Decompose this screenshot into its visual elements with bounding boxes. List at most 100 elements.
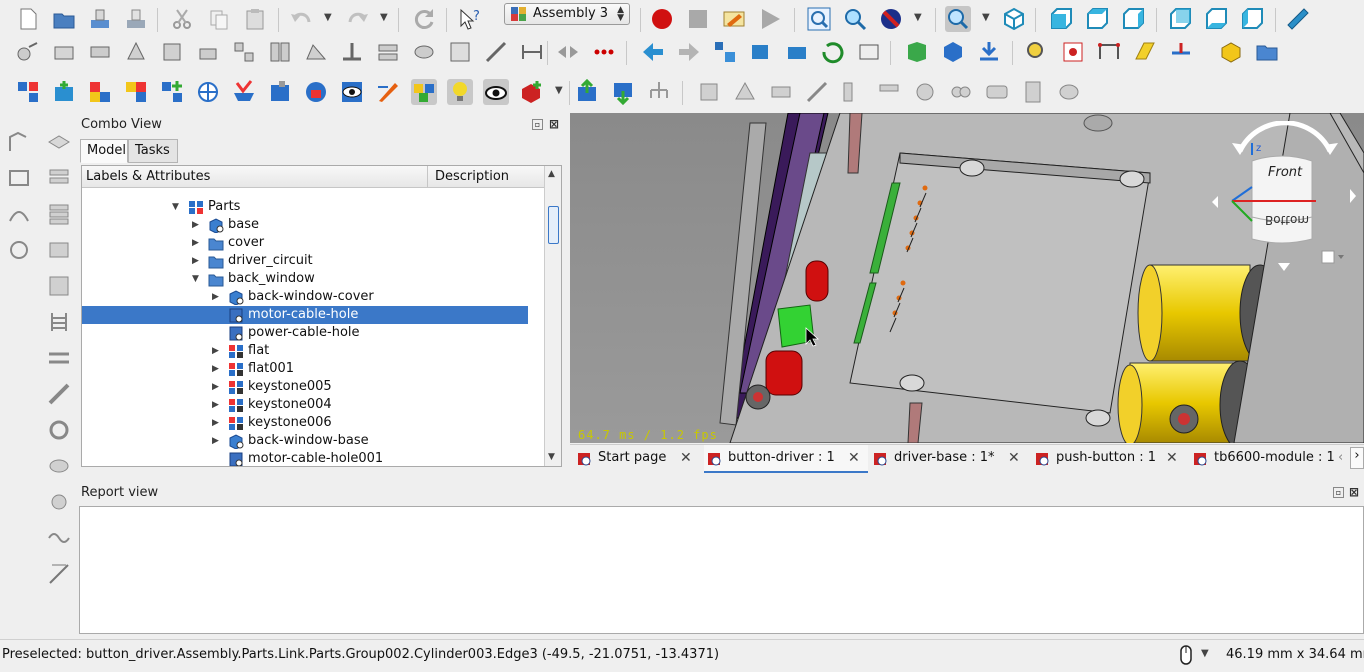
run-macro-icon[interactable] [757,6,783,32]
sketch-tool-d-icon[interactable] [6,237,32,263]
expand-arrow-icon[interactable]: ▶ [212,342,222,360]
cut-icon[interactable] [169,6,195,32]
part-shape-layers-icon[interactable] [46,201,72,227]
arrow-right-icon[interactable] [676,39,702,65]
tree-row[interactable]: ▶ keystone005 [82,378,528,396]
link-make-group-icon[interactable] [159,79,185,105]
top-view-icon[interactable] [1084,6,1110,32]
add-part-icon[interactable] [940,39,966,65]
front-view-icon[interactable] [1048,6,1074,32]
expand-arrow-icon[interactable]: ▶ [212,414,222,432]
tree-row[interactable]: ▶ keystone006 [82,414,528,432]
assembly-constraint-icon[interactable] [15,39,41,65]
navcube-bottom-face[interactable]: Bottom [1265,213,1309,227]
smart-recompute-icon[interactable] [856,39,882,65]
expand-arrow-icon[interactable]: ▶ [192,234,202,252]
part-shape-ladder-icon[interactable] [46,309,72,335]
rear-view-icon[interactable] [1167,6,1193,32]
tab-model[interactable]: Model [80,139,128,163]
part-shape-tube-icon[interactable] [46,453,72,479]
arrow-left-icon[interactable] [640,39,666,65]
stop-macro-icon[interactable] [685,6,711,32]
expand-arrow-icon[interactable]: ▶ [192,252,202,270]
cad-tool-7-icon[interactable] [912,79,938,105]
tree-row[interactable]: ▼ Parts [82,198,528,216]
redo-dropdown-icon[interactable]: ▼ [380,12,388,23]
import-icon[interactable] [976,39,1002,65]
scroll-thumb[interactable] [548,206,559,244]
redo-icon[interactable] [345,6,371,32]
refresh-icon[interactable] [411,6,437,32]
copy-icon[interactable] [206,6,232,32]
report-float-icon[interactable]: ▫ [1333,487,1344,498]
close-tab-icon[interactable]: ✕ [1008,450,1020,466]
constraint-axial-align-icon[interactable] [483,39,509,65]
tree-row[interactable]: ▶ flat [82,342,528,360]
column-labels-attributes[interactable]: Labels & Attributes [86,169,210,184]
trace-icon[interactable] [1060,39,1086,65]
scroll-down-icon[interactable]: ▼ [548,452,555,462]
part-shape-gear-icon[interactable] [46,489,72,515]
part-shape-ring-icon[interactable] [46,417,72,443]
part-shape-grid-icon[interactable] [46,273,72,299]
part-shape-line-icon[interactable] [46,561,72,587]
constraint-same-orientation-icon[interactable] [231,39,257,65]
3d-viewport[interactable]: 64.7 ms / 1.2 fps z Front Bottom [570,113,1364,443]
undo-dropdown-icon[interactable]: ▼ [324,12,332,23]
constraint-lock-icon[interactable] [51,39,77,65]
auto-recompute-icon[interactable] [820,39,846,65]
move-part-icon[interactable] [712,39,738,65]
undo-icon[interactable] [288,6,314,32]
expand-arrow-icon[interactable]: ▶ [212,288,222,306]
tree-row[interactable]: ▶ cover [82,234,528,252]
cad-tool-5-icon[interactable] [840,79,866,105]
inspect-icon[interactable] [1024,39,1050,65]
datum-plane-icon[interactable] [1132,39,1158,65]
constraint-plane-coincident-icon[interactable] [411,39,437,65]
sketch-icon[interactable] [1096,39,1122,65]
navigation-cube[interactable]: z Front Bottom [1210,120,1360,271]
select-all-links-icon[interactable] [267,79,293,105]
part-shape-arrows-icon[interactable] [46,345,72,371]
right-view-icon[interactable] [1120,6,1146,32]
cad-tool-4-icon[interactable] [804,79,830,105]
move-up-icon[interactable] [574,79,600,105]
whats-this-icon[interactable]: ? [457,6,483,32]
tree-row[interactable]: motor-cable-hole001 [82,450,528,466]
constraint-angle-icon[interactable] [303,39,329,65]
constraint-plane-icon[interactable] [87,39,113,65]
draw-style-icon[interactable] [878,6,904,32]
record-macro-icon[interactable] [649,6,675,32]
link-dropdown-icon[interactable]: ▼ [555,85,563,96]
column-description[interactable]: Description [435,169,509,184]
save-icon[interactable] [87,6,113,32]
axial-move-icon[interactable] [748,39,774,65]
expand-arrow-icon[interactable]: ▶ [212,360,222,378]
sketch-tool-a-icon[interactable] [6,129,32,155]
mouse-navigation-icon[interactable] [1178,644,1194,666]
expand-arrow-icon[interactable]: ▶ [212,378,222,396]
close-panel-icon[interactable]: ⊠ [549,117,559,131]
add-element-icon[interactable] [904,39,930,65]
collapse-arrow-icon[interactable]: ▼ [172,198,182,216]
toggle-visibility-icon[interactable] [339,79,365,105]
tree-row[interactable]: power-cable-hole [82,324,528,342]
tree-row[interactable]: ▶ back-window-base [82,432,528,450]
sketch-tool-c-icon[interactable] [6,201,32,227]
scroll-up-icon[interactable]: ▲ [548,169,555,179]
measure-icon[interactable] [1285,6,1311,32]
constraint-coincident-icon[interactable] [195,39,221,65]
constraint-perpendicular-icon[interactable] [339,39,365,65]
constraint-parallel-icon[interactable] [375,39,401,65]
fit-selection-icon[interactable] [842,6,868,32]
save-as-icon[interactable] [123,6,149,32]
new-file-icon[interactable] [15,6,41,32]
tree-row[interactable]: ▶ keystone004 [82,396,528,414]
new-document-link-icon[interactable] [519,79,545,105]
cad-tool-2-icon[interactable] [732,79,758,105]
tab-scroll-right-icon[interactable]: › [1350,447,1364,469]
navcube-front-face[interactable]: Front [1268,165,1302,180]
part-shape-stack-icon[interactable] [46,165,72,191]
isometric-view-icon[interactable] [1001,6,1027,32]
tab-tasks[interactable]: Tasks [128,139,178,163]
